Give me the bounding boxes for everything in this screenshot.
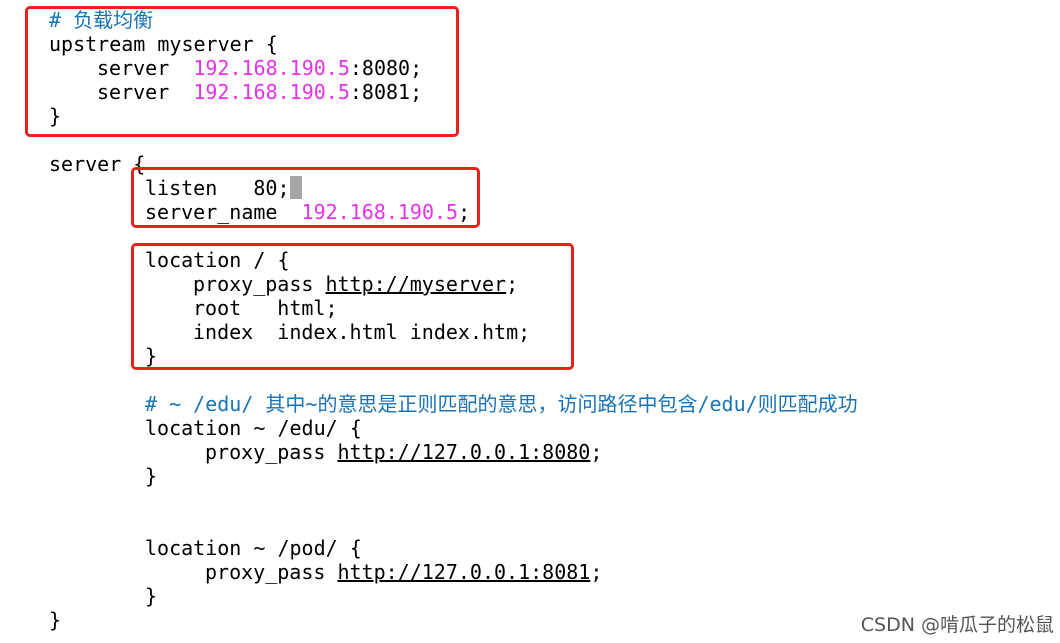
semicolon: ; bbox=[590, 440, 603, 464]
location-pod-close: } bbox=[145, 584, 158, 608]
location-pod-open: location ~ /pod/ { bbox=[145, 536, 362, 560]
csdn-watermark: CSDN @啃瓜子的松鼠 bbox=[860, 614, 1054, 636]
proxy-pass-url-link[interactable]: http://127.0.0.1:8081 bbox=[337, 560, 590, 584]
semicolon: ; bbox=[590, 560, 603, 584]
location-edu-open: location ~ /edu/ { bbox=[145, 416, 362, 440]
server-close-brace: } bbox=[49, 608, 62, 632]
comment-edu: # ~ /edu/ 其中~的意思是正则匹配的意思，访问路径中包含/edu/则匹配… bbox=[145, 392, 858, 416]
proxy-pass-edu-line: proxy_pass http://127.0.0.1:8080; bbox=[205, 440, 602, 464]
proxy-pass-key: proxy_pass bbox=[205, 440, 326, 464]
highlight-box-location bbox=[131, 243, 574, 370]
proxy-pass-url-link[interactable]: http://127.0.0.1:8080 bbox=[337, 440, 590, 464]
highlight-box-upstream bbox=[25, 6, 459, 137]
location-edu-close: } bbox=[145, 464, 158, 488]
proxy-pass-key: proxy_pass bbox=[205, 560, 326, 584]
proxy-pass-pod-line: proxy_pass http://127.0.0.1:8081; bbox=[205, 560, 602, 584]
highlight-box-listen bbox=[131, 167, 480, 228]
code-editor[interactable]: # 负载均衡 upstream myserver { server 192.16… bbox=[0, 0, 1060, 643]
